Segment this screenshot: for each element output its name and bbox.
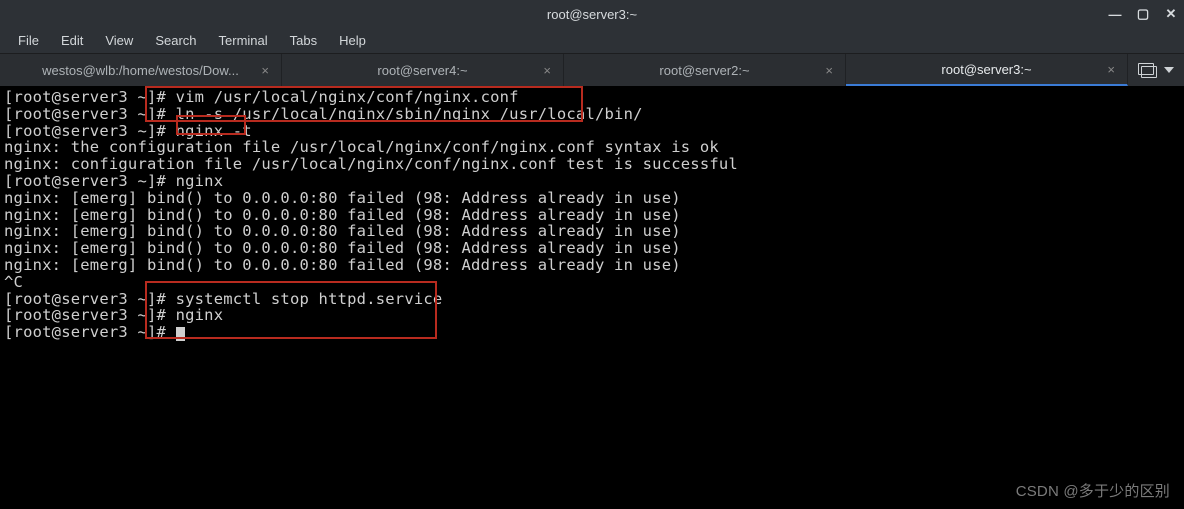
terminal-line: [root@server3 ~]# systemctl stop httpd.s… (4, 291, 1180, 308)
tabbar: westos@wlb:/home/westos/Dow... × root@se… (0, 54, 1184, 86)
watermark: CSDN @多于少的区别 (1016, 484, 1170, 501)
menu-search[interactable]: Search (145, 30, 206, 51)
close-button[interactable]: ✕ (1164, 6, 1178, 22)
terminal-line: nginx: [emerg] bind() to 0.0.0.0:80 fail… (4, 257, 1180, 274)
tab-menu-chevron-down-icon[interactable] (1164, 67, 1174, 73)
menu-view[interactable]: View (95, 30, 143, 51)
menu-tabs[interactable]: Tabs (280, 30, 327, 51)
terminal-line: [root@server3 ~]# ln -s /usr/local/nginx… (4, 106, 1180, 123)
maximize-button[interactable]: ▢ (1136, 6, 1150, 22)
menu-terminal[interactable]: Terminal (209, 30, 278, 51)
tab-label: root@server4:~ (377, 63, 467, 78)
tab-extras (1128, 54, 1184, 86)
terminal-line: ^C (4, 274, 1180, 291)
minimize-button[interactable]: — (1108, 7, 1122, 22)
window-title: root@server3:~ (547, 7, 637, 22)
terminal-line: nginx: [emerg] bind() to 0.0.0.0:80 fail… (4, 207, 1180, 224)
tab-label: westos@wlb:/home/westos/Dow... (42, 63, 239, 78)
tab-session-1[interactable]: westos@wlb:/home/westos/Dow... × (0, 54, 282, 86)
menu-help[interactable]: Help (329, 30, 376, 51)
menubar: File Edit View Search Terminal Tabs Help (0, 28, 1184, 54)
tab-session-2[interactable]: root@server4:~ × (282, 54, 564, 86)
terminal-line: [root@server3 ~]# nginx (4, 307, 1180, 324)
tab-label: root@server2:~ (659, 63, 749, 78)
tab-close-icon[interactable]: × (261, 63, 269, 78)
terminal-line: nginx: [emerg] bind() to 0.0.0.0:80 fail… (4, 223, 1180, 240)
terminal-line: [root@server3 ~]# (4, 324, 1180, 341)
titlebar: root@server3:~ — ▢ ✕ (0, 0, 1184, 28)
cursor (176, 327, 185, 341)
terminal-line: nginx: [emerg] bind() to 0.0.0.0:80 fail… (4, 240, 1180, 257)
tab-session-3[interactable]: root@server2:~ × (564, 54, 846, 86)
terminal-line: nginx: [emerg] bind() to 0.0.0.0:80 fail… (4, 190, 1180, 207)
new-tab-icon[interactable] (1138, 63, 1154, 77)
terminal-line: [root@server3 ~]# nginx (4, 173, 1180, 190)
tab-close-icon[interactable]: × (1107, 62, 1115, 77)
tab-label: root@server3:~ (941, 62, 1031, 77)
terminal-line: [root@server3 ~]# nginx -t (4, 123, 1180, 140)
tab-session-4[interactable]: root@server3:~ × (846, 54, 1128, 86)
terminal[interactable]: [root@server3 ~]# vim /usr/local/nginx/c… (0, 86, 1184, 509)
tab-close-icon[interactable]: × (543, 63, 551, 78)
menu-file[interactable]: File (8, 30, 49, 51)
window-controls: — ▢ ✕ (1108, 6, 1178, 22)
window: root@server3:~ — ▢ ✕ File Edit View Sear… (0, 0, 1184, 509)
menu-edit[interactable]: Edit (51, 30, 93, 51)
terminal-line: nginx: configuration file /usr/local/ngi… (4, 156, 1180, 173)
terminal-line: [root@server3 ~]# vim /usr/local/nginx/c… (4, 89, 1180, 106)
tab-close-icon[interactable]: × (825, 63, 833, 78)
terminal-line: nginx: the configuration file /usr/local… (4, 139, 1180, 156)
